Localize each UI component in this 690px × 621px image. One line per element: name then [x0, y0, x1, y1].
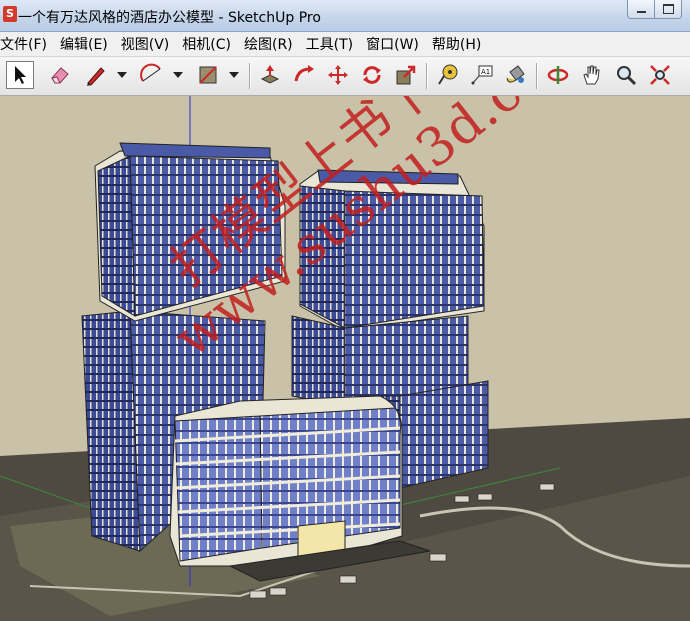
rectangle-dropdown-arrow[interactable]: [229, 72, 239, 78]
tape-measure-tool-button[interactable]: [434, 61, 462, 89]
menu-view[interactable]: 视图(V): [121, 34, 170, 54]
menu-bar: 文件(F) 编辑(E) 视图(V) 相机(C) 绘图(R) 工具(T) 窗口(W…: [0, 32, 690, 57]
left-tower-crown: [119, 142, 271, 159]
left-tower-top-west: [97, 155, 136, 317]
rotate-icon: [363, 66, 381, 84]
pencil-line-icon: [87, 67, 105, 86]
menu-tools[interactable]: 工具(T): [306, 34, 353, 54]
zoom-extents-tool-button[interactable]: [646, 61, 674, 89]
menu-edit[interactable]: 编辑(E): [60, 34, 108, 54]
window-title: 一个有万达风格的酒店办公模型 - SketchUp Pro: [18, 10, 321, 26]
menu-window[interactable]: 窗口(W): [366, 34, 419, 54]
menu-camera[interactable]: 相机(C): [182, 34, 231, 54]
zoom-extents-icon: [650, 65, 670, 85]
eraser-tool-button[interactable]: [46, 61, 74, 89]
text-label-icon: A1: [471, 65, 493, 85]
toolbar-separator: [426, 63, 427, 89]
title-bar: S 一个有万达风格的酒店办公模型 - SketchUp Pro: [0, 0, 690, 32]
rotate-tool-button[interactable]: [358, 61, 386, 89]
arc-tool-button[interactable]: [138, 61, 166, 89]
orbit-tool-button[interactable]: [544, 61, 572, 89]
orbit-icon: [547, 66, 569, 84]
arc-icon: [140, 63, 161, 82]
push-pull-tool-button[interactable]: [256, 61, 284, 89]
maximize-button[interactable]: [655, 0, 682, 19]
main-toolbar: A1: [0, 57, 690, 96]
paint-bucket-icon: [506, 65, 525, 83]
rectangle-icon: [199, 66, 217, 84]
window-controls: [627, 0, 682, 19]
follow-me-tool-button[interactable]: [290, 61, 318, 89]
tape-measure-icon: [438, 64, 458, 85]
move-tool-button[interactable]: [324, 61, 352, 89]
zoom-tool-button[interactable]: [612, 61, 640, 89]
rectangle-tool-button[interactable]: [194, 61, 222, 89]
pan-tool-button[interactable]: [578, 61, 606, 89]
model-viewport[interactable]: 打模型上书下 www.sushu3d.com: [0, 96, 690, 621]
text-tool-button[interactable]: A1: [468, 61, 496, 89]
line-dropdown-arrow[interactable]: [117, 72, 127, 78]
menu-file[interactable]: 文件(F): [0, 34, 47, 54]
move-icon: [328, 65, 348, 85]
paint-bucket-tool-button[interactable]: [502, 61, 530, 89]
push-pull-icon: [260, 65, 280, 84]
line-tool-button[interactable]: [82, 61, 110, 89]
sketchup-app-icon[interactable]: S: [3, 6, 17, 22]
toolbar-separator: [536, 63, 537, 89]
maximize-icon: [662, 4, 674, 14]
text-tool-label: A1: [481, 68, 490, 76]
pan-hand-icon: [583, 65, 600, 85]
select-arrow-icon: [15, 66, 26, 84]
select-tool-button[interactable]: [6, 61, 34, 89]
scale-icon: [396, 65, 416, 85]
minimize-button[interactable]: [627, 0, 655, 19]
eraser-icon: [51, 67, 69, 84]
menu-help[interactable]: 帮助(H): [432, 34, 481, 54]
follow-me-icon: [294, 65, 314, 82]
minimize-icon: [636, 11, 646, 13]
arc-dropdown-arrow[interactable]: [173, 72, 183, 78]
scale-tool-button[interactable]: [392, 61, 420, 89]
menu-draw[interactable]: 绘图(R): [244, 34, 293, 54]
toolbar-separator: [249, 63, 250, 89]
zoom-icon: [617, 66, 637, 86]
right-tower-base-west: [291, 315, 346, 407]
